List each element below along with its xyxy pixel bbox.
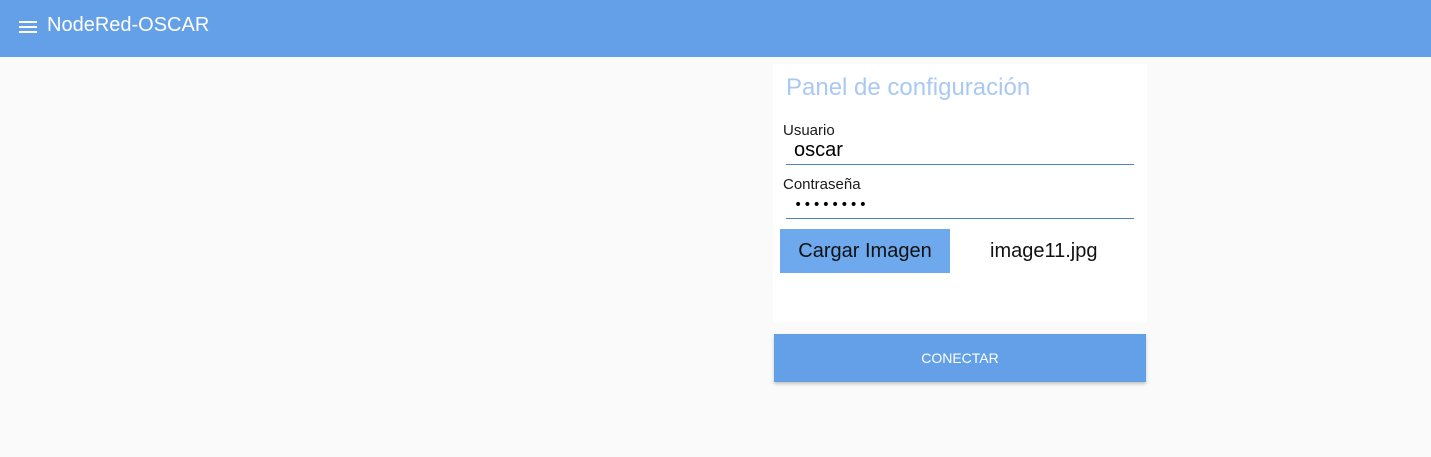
username-input[interactable] — [786, 137, 1134, 165]
selected-file-name: image11.jpg — [990, 240, 1098, 262]
panel-title: Panel de configuración — [786, 74, 1031, 101]
connect-button[interactable]: CONECTAR — [774, 334, 1146, 382]
upload-image-button[interactable]: Cargar Imagen — [780, 229, 950, 273]
menu-icon[interactable] — [16, 15, 40, 39]
password-input[interactable] — [786, 191, 1134, 219]
config-panel: Panel de configuración Usuario Contraseñ… — [773, 64, 1147, 322]
app-title: NodeRed-OSCAR — [47, 14, 210, 36]
top-toolbar: NodeRed-OSCAR — [0, 0, 1431, 57]
